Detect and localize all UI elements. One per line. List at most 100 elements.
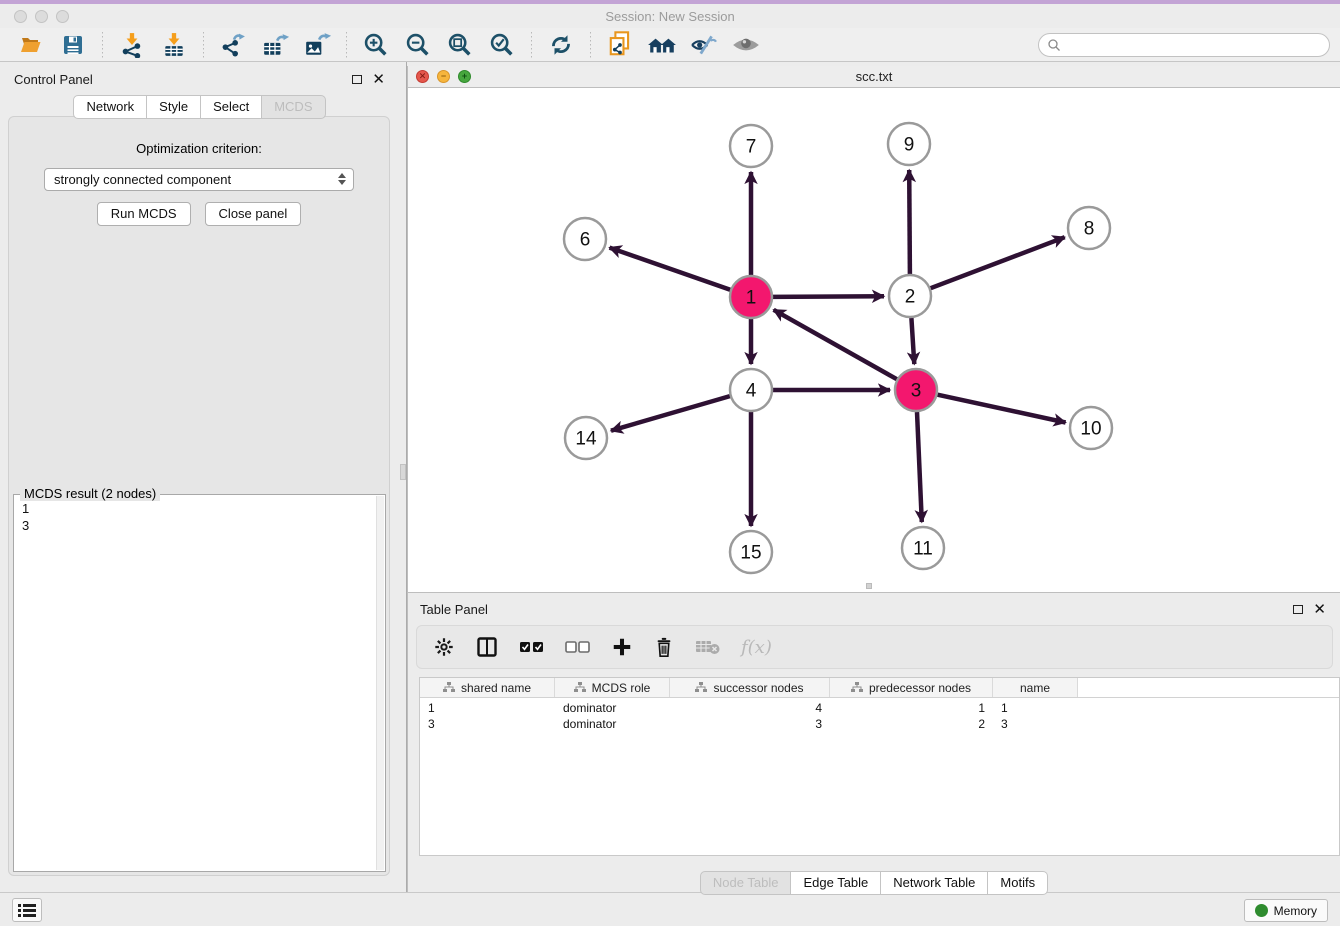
add-row-icon[interactable] bbox=[611, 636, 633, 658]
graph-node-15[interactable]: 15 bbox=[730, 531, 772, 573]
optimization-criterion-label: Optimization criterion: bbox=[9, 141, 389, 156]
attribute-icon bbox=[851, 682, 863, 693]
graph-edge-3-1[interactable] bbox=[774, 310, 897, 379]
table-cell[interactable]: 2 bbox=[830, 717, 993, 731]
table-cell[interactable]: 1 bbox=[420, 701, 555, 715]
graph-node-4[interactable]: 4 bbox=[730, 369, 772, 411]
float-panel-icon[interactable] bbox=[352, 75, 362, 84]
graph-node-2[interactable]: 2 bbox=[889, 275, 931, 317]
tab-style[interactable]: Style bbox=[147, 95, 201, 119]
mcds-result-scrollbar[interactable] bbox=[376, 496, 384, 870]
graph-edge-2-3[interactable] bbox=[911, 318, 914, 364]
deselect-all-icon[interactable] bbox=[565, 639, 591, 655]
mcds-result-title: MCDS result (2 nodes) bbox=[20, 486, 160, 501]
table-cell[interactable]: 3 bbox=[993, 717, 1078, 731]
close-panel-icon[interactable]: ✕ bbox=[372, 75, 385, 85]
graph-node-10[interactable]: 10 bbox=[1070, 407, 1112, 449]
column-header-MCDS-role[interactable]: MCDS role bbox=[555, 678, 670, 697]
export-network-icon[interactable] bbox=[218, 31, 248, 59]
toolbar-separator bbox=[203, 32, 204, 58]
graph-edge-3-10[interactable] bbox=[938, 395, 1066, 423]
network-canvas[interactable]: 7 9 6 8 1 2 4 3 14 10 15 11 bbox=[408, 88, 1340, 591]
tab-network[interactable]: Network bbox=[73, 95, 147, 119]
status-bar: Memory bbox=[0, 892, 1340, 926]
zoom-selected-icon[interactable] bbox=[487, 31, 517, 59]
network-graph[interactable]: 7 9 6 8 1 2 4 3 14 10 15 11 bbox=[408, 88, 1340, 591]
table-tab-network-table[interactable]: Network Table bbox=[881, 871, 988, 895]
graph-node-6[interactable]: 6 bbox=[564, 218, 606, 260]
refresh-icon[interactable] bbox=[546, 31, 576, 59]
table-cell[interactable]: dominator bbox=[555, 701, 670, 715]
run-mcds-button[interactable]: Run MCDS bbox=[97, 202, 191, 226]
column-header-predecessor-nodes[interactable]: predecessor nodes bbox=[830, 678, 993, 697]
search-input[interactable] bbox=[1038, 33, 1330, 57]
save-icon[interactable] bbox=[58, 31, 88, 59]
table-cell[interactable]: 3 bbox=[670, 717, 830, 731]
network-window-titlebar[interactable]: ✕ − + scc.txt bbox=[408, 66, 1340, 88]
criterion-select[interactable]: strongly connected component bbox=[44, 168, 354, 191]
table-cell[interactable]: 1 bbox=[830, 701, 993, 715]
table-row[interactable]: 1dominator411 bbox=[420, 700, 1339, 716]
table-cell[interactable]: 1 bbox=[993, 701, 1078, 715]
table-row[interactable]: 3dominator323 bbox=[420, 716, 1339, 732]
memory-button[interactable]: Memory bbox=[1244, 899, 1328, 922]
zoom-fit-icon[interactable] bbox=[445, 31, 475, 59]
import-network-icon[interactable] bbox=[117, 31, 147, 59]
tab-select[interactable]: Select bbox=[201, 95, 262, 119]
close-table-panel-icon[interactable]: ✕ bbox=[1313, 605, 1326, 615]
table-cell[interactable]: 3 bbox=[420, 717, 555, 731]
function-builder-icon[interactable]: f(x) bbox=[741, 637, 772, 658]
graph-edge-2-8[interactable] bbox=[931, 237, 1065, 288]
zoom-out-icon[interactable] bbox=[403, 31, 433, 59]
delete-row-icon[interactable] bbox=[653, 635, 675, 659]
graph-node-3[interactable]: 3 bbox=[895, 369, 937, 411]
svg-text:14: 14 bbox=[575, 429, 597, 450]
float-table-panel-icon[interactable] bbox=[1293, 605, 1303, 614]
close-panel-button[interactable]: Close panel bbox=[205, 202, 302, 226]
column-header-shared-name[interactable]: shared name bbox=[420, 678, 555, 697]
table-body[interactable]: 1dominator4113dominator323 bbox=[420, 698, 1339, 732]
panel-splitter[interactable] bbox=[399, 62, 407, 892]
table-header-row[interactable]: shared nameMCDS rolesuccessor nodesprede… bbox=[420, 678, 1339, 698]
column-header-name[interactable]: name bbox=[993, 678, 1078, 697]
export-table-icon[interactable] bbox=[260, 31, 290, 59]
table-tab-motifs[interactable]: Motifs bbox=[988, 871, 1048, 895]
show-panels-button[interactable] bbox=[12, 898, 42, 922]
app-titlebar: Session: New Session bbox=[0, 4, 1340, 28]
tab-mcds[interactable]: MCDS bbox=[262, 95, 325, 119]
table-cell[interactable]: dominator bbox=[555, 717, 670, 731]
select-all-checked-icon[interactable] bbox=[519, 639, 545, 655]
graph-node-14[interactable]: 14 bbox=[565, 417, 607, 459]
graph-edge-1-6[interactable] bbox=[610, 248, 731, 290]
graph-node-11[interactable]: 11 bbox=[902, 527, 944, 569]
memory-label: Memory bbox=[1274, 904, 1317, 918]
settings-gear-icon[interactable] bbox=[433, 636, 455, 658]
hide-eye-icon[interactable] bbox=[689, 31, 719, 59]
zoom-in-icon[interactable] bbox=[361, 31, 391, 59]
graph-edge-4-14[interactable] bbox=[611, 396, 730, 431]
columns-icon[interactable] bbox=[475, 635, 499, 659]
graph-node-7[interactable]: 7 bbox=[730, 125, 772, 167]
table-cell[interactable]: 4 bbox=[670, 701, 830, 715]
show-eye-icon[interactable] bbox=[731, 31, 761, 59]
splitter-grip[interactable] bbox=[400, 464, 406, 480]
graph-edge-1-2[interactable] bbox=[773, 296, 884, 297]
import-table-icon[interactable] bbox=[159, 31, 189, 59]
table-tab-edge-table[interactable]: Edge Table bbox=[791, 871, 881, 895]
delete-table-icon[interactable] bbox=[695, 638, 721, 656]
open-folder-icon[interactable] bbox=[16, 31, 46, 59]
export-image-icon[interactable] bbox=[302, 31, 332, 59]
mcds-result-text[interactable]: 1 3 bbox=[16, 500, 375, 869]
graph-node-9[interactable]: 9 bbox=[888, 123, 930, 165]
toolbar-separator bbox=[531, 32, 532, 58]
node-table[interactable]: shared nameMCDS rolesuccessor nodesprede… bbox=[419, 677, 1340, 856]
network-file-icon[interactable] bbox=[605, 31, 635, 59]
graph-edge-3-11[interactable] bbox=[917, 412, 922, 522]
canvas-splitter-handle[interactable] bbox=[866, 583, 872, 589]
graph-node-8[interactable]: 8 bbox=[1068, 207, 1110, 249]
column-header-successor-nodes[interactable]: successor nodes bbox=[670, 678, 830, 697]
graph-node-1[interactable]: 1 bbox=[730, 276, 772, 318]
graph-edge-2-9[interactable] bbox=[909, 170, 910, 274]
home-views-icon[interactable] bbox=[647, 31, 677, 59]
table-tab-node-table[interactable]: Node Table bbox=[700, 871, 792, 895]
